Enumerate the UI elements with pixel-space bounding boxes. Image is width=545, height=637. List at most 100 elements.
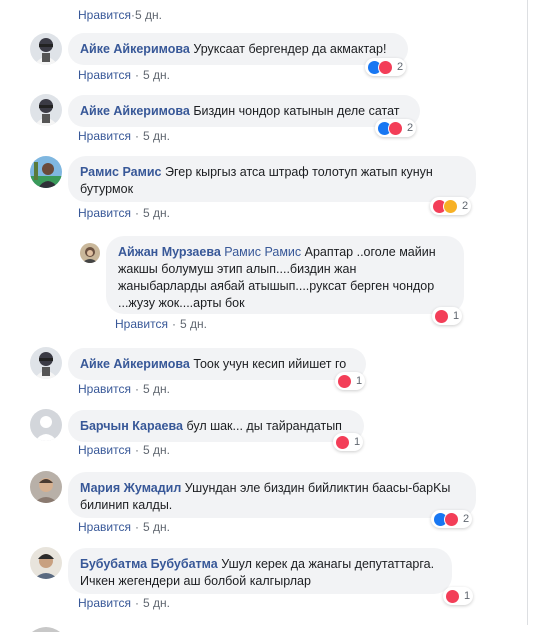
avatar[interactable] <box>30 547 62 579</box>
previous-comment-meta: Нравится·5 дн. <box>78 8 162 22</box>
reaction-count: 1 <box>453 310 460 322</box>
comment-meta: Нравится · 5 дн. <box>115 317 207 331</box>
reactions-summary[interactable]: 1 <box>333 433 364 451</box>
comment-text: Биздин чондор катынын деле сатат <box>193 104 400 118</box>
comment-meta: Нравится · 5 дн. <box>78 443 170 457</box>
comment-text: Уруксаат бергендер да акмактар! <box>193 42 387 56</box>
avatar-icon <box>30 94 62 126</box>
reactions-summary[interactable]: 1 <box>432 307 463 325</box>
comment-bubble: Барчын Караева бул шак... ды тайрандатып <box>68 410 364 442</box>
comment-bubble: Мария Жумадил Ушундан эле биздин бийликт… <box>68 472 476 518</box>
comment-meta: Нравится · 5 дн. <box>78 382 170 396</box>
avatar-icon <box>80 243 100 263</box>
like-link[interactable]: Нравится <box>78 443 131 457</box>
comment-author[interactable]: Айке Айкеримова <box>80 104 190 118</box>
like-link[interactable]: Нравится <box>78 129 131 143</box>
timestamp[interactable]: 5 дн. <box>143 382 170 396</box>
timestamp[interactable]: 5 дн. <box>143 129 170 143</box>
love-icon <box>445 588 460 604</box>
like-link[interactable]: Нравится <box>78 8 131 22</box>
comment-meta: Нравится · 5 дн. <box>78 68 170 82</box>
comment-meta: Нравится · 5 дн. <box>78 206 170 220</box>
comment-author[interactable]: Барчын Караева <box>80 419 183 433</box>
comment-text-line: Эгер кыргыз атса штраф толотуп жатып кун… <box>164 165 433 179</box>
comment-author[interactable]: Рамис Рамис <box>80 165 162 179</box>
timestamp[interactable]: 5 дн. <box>143 596 170 610</box>
comment-bubble: Айке Айкеримова Биздин чондор катынын де… <box>68 95 420 127</box>
comment-text: бул шак... ды тайрандатып <box>186 419 342 433</box>
comment-bubble: Рамис Рамис Эгер кыргыз атса штраф толот… <box>68 156 476 202</box>
separator: · <box>134 206 139 220</box>
avatar[interactable] <box>30 156 62 188</box>
separator: · <box>171 317 176 331</box>
reactions-summary[interactable]: 1 <box>335 372 366 390</box>
comment-text-line: Ушундан эле биздин бийликтин баасы-барKы <box>184 481 451 495</box>
comment-author[interactable]: Бубубатма Бубубатма <box>80 557 218 571</box>
comment-bubble: Бубубатма Бубубатма Ушул керек да жанагы… <box>68 548 452 594</box>
comment-author[interactable]: Мария Жумадил <box>80 481 181 495</box>
reaction-count: 2 <box>397 61 404 73</box>
reaction-count: 1 <box>354 436 361 448</box>
comment-author[interactable]: Айке Айкеримова <box>80 357 190 371</box>
avatar[interactable] <box>30 94 62 126</box>
mention-link[interactable]: Рамис Рамис <box>224 245 301 259</box>
timestamp[interactable]: 5 дн. <box>143 443 170 457</box>
love-icon <box>337 373 352 389</box>
avatar-icon <box>30 347 62 379</box>
avatar[interactable] <box>30 471 62 503</box>
default-avatar-icon <box>30 409 62 441</box>
reaction-count: 2 <box>407 122 414 134</box>
avatar[interactable] <box>30 347 62 379</box>
reaction-count: 1 <box>464 590 471 602</box>
reaction-count: 2 <box>463 513 470 525</box>
avatar[interactable] <box>30 33 62 65</box>
comment-bubble: Айке Айкеримова Тоок учун кесип ийишет г… <box>68 348 366 380</box>
reactions-summary[interactable]: 2 <box>431 510 473 528</box>
avatar-icon <box>30 547 62 579</box>
timestamp[interactable]: 5 дн. <box>143 520 170 534</box>
comment-text-line: билинип калды. <box>80 498 173 512</box>
love-icon <box>388 120 403 136</box>
comment-text-line: ...жузу жок....арты бок <box>118 296 245 310</box>
like-link[interactable]: Нравится <box>78 382 131 396</box>
reactions-summary[interactable]: 2 <box>365 58 407 76</box>
reactions-summary[interactable]: 1 <box>443 587 474 605</box>
comments-thread: Нравится·5 дн. Айке Айкеримова Уруксаат … <box>0 0 545 632</box>
avatar-icon <box>30 156 62 188</box>
cropped-previous-content <box>78 0 518 4</box>
like-link[interactable]: Нравится <box>78 206 131 220</box>
comment-text-line: жакшы болумуш этип алып....биздин жан <box>118 262 357 276</box>
love-icon <box>444 511 459 527</box>
like-link[interactable]: Нравится <box>78 520 131 534</box>
sad-icon <box>443 198 458 214</box>
comment-author[interactable]: Айжан Мурзаева <box>118 245 221 259</box>
divider <box>527 0 528 625</box>
reply-bubble: Айжан Мурзаева Рамис Рамис Арaптар ..ого… <box>106 236 464 314</box>
comment-meta: Нравится · 5 дн. <box>78 596 170 610</box>
timestamp[interactable]: 5 дн. <box>180 317 207 331</box>
love-icon <box>434 308 449 324</box>
avatar[interactable] <box>30 409 62 441</box>
comment-meta: Нравится · 5 дн. <box>78 520 170 534</box>
love-icon <box>335 434 350 450</box>
timestamp[interactable]: 5 дн. <box>143 68 170 82</box>
avatar-icon <box>30 471 62 503</box>
timestamp[interactable]: 5 дн. <box>143 206 170 220</box>
reaction-count: 1 <box>356 375 363 387</box>
like-link[interactable]: Нравится <box>78 596 131 610</box>
comment-text-line: Ичкен жегендери аш болбой калгырлар <box>80 574 311 588</box>
reaction-count: 2 <box>462 200 469 212</box>
reactions-summary[interactable]: 2 <box>430 197 472 215</box>
separator: · <box>134 443 139 457</box>
like-link[interactable]: Нравится <box>78 68 131 82</box>
separator: · <box>134 129 139 143</box>
reactions-summary[interactable]: 2 <box>375 119 417 137</box>
like-link[interactable]: Нравится <box>115 317 168 331</box>
comment-author[interactable]: Айке Айкеримова <box>80 42 190 56</box>
timestamp[interactable]: 5 дн. <box>135 8 162 22</box>
separator: · <box>134 596 139 610</box>
cropped-next-avatar <box>30 619 70 632</box>
comment-bubble: Айке Айкеримова Уруксаат бергендер да ак… <box>68 33 408 65</box>
avatar[interactable] <box>80 243 100 263</box>
comment-text: Тоок учун кесип ийишет го <box>193 357 347 371</box>
